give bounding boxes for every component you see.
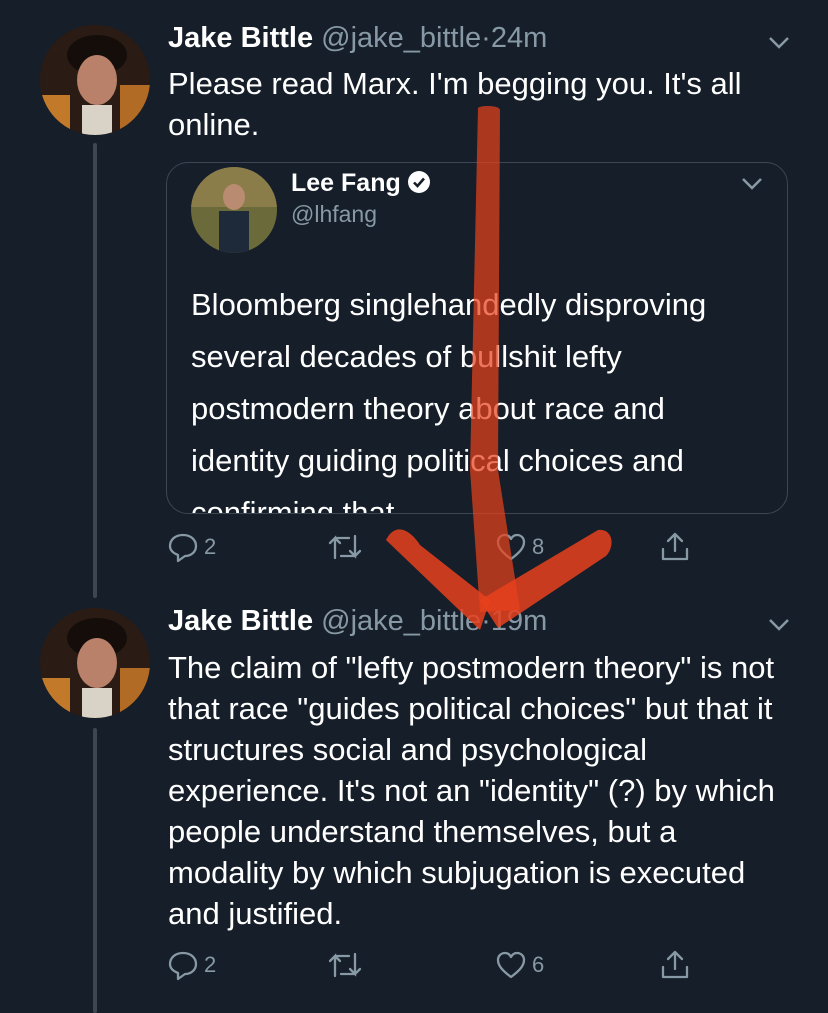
tweet-actions: 2 6 <box>166 948 706 988</box>
like-count: 6 <box>532 952 545 977</box>
like-count: 8 <box>532 534 545 559</box>
like-button[interactable]: 8 <box>494 530 544 564</box>
reply-icon <box>168 951 198 981</box>
separator-dot: · <box>481 22 491 54</box>
reply-button[interactable]: 2 <box>166 948 216 982</box>
tweet-actions: 2 8 <box>166 530 706 570</box>
quoted-avatar[interactable] <box>191 167 277 253</box>
heart-icon <box>496 533 526 561</box>
timestamp[interactable]: 24m <box>491 22 547 54</box>
quoted-author-handle[interactable]: @lhfang <box>291 201 377 228</box>
chevron-down-icon[interactable] <box>766 30 792 56</box>
tweet-header: Jake Bittle @jake_bittle·24m <box>168 22 547 55</box>
quoted-tweet-card[interactable]: Lee Fang @lhfang Bloomberg singlehandedl… <box>166 162 788 514</box>
tweet-text: Please read Marx. I'm begging you. It's … <box>168 66 742 142</box>
reply-icon <box>168 533 198 563</box>
thread-connector-line <box>93 728 97 1013</box>
reply-button[interactable]: 2 <box>166 530 216 564</box>
separator-dot: · <box>481 605 491 637</box>
author-name[interactable]: Jake Bittle <box>168 22 313 54</box>
retweet-icon <box>328 534 362 560</box>
quoted-author-name[interactable]: Lee Fang <box>291 169 431 198</box>
reply-count: 2 <box>204 534 217 559</box>
retweet-button[interactable] <box>326 948 368 982</box>
heart-icon <box>496 951 526 979</box>
author-handle[interactable]: @jake_bittle <box>321 605 481 637</box>
avatar[interactable] <box>40 25 150 135</box>
share-icon <box>661 950 689 979</box>
share-button[interactable] <box>658 530 692 564</box>
reply-count: 2 <box>204 952 217 977</box>
verified-badge-icon <box>407 171 430 193</box>
quoted-tweet-text: Bloomberg singlehandedly disproving seve… <box>191 287 707 514</box>
tweet-header: Jake Bittle @jake_bittle·19m <box>168 605 547 638</box>
author-handle[interactable]: @jake_bittle <box>321 22 481 54</box>
like-button[interactable]: 6 <box>494 948 544 982</box>
chevron-down-icon[interactable] <box>766 612 792 638</box>
share-button[interactable] <box>658 948 692 982</box>
tweet-text: The claim of "lefty postmodern theory" i… <box>168 650 775 931</box>
chevron-down-icon[interactable] <box>739 171 765 197</box>
avatar[interactable] <box>40 608 150 718</box>
timestamp[interactable]: 19m <box>491 605 547 637</box>
retweet-icon <box>328 952 362 978</box>
thread-connector-line <box>93 143 97 598</box>
retweet-button[interactable] <box>326 530 368 564</box>
quoted-author-name-label: Lee Fang <box>291 169 401 197</box>
share-icon <box>661 532 689 561</box>
author-name[interactable]: Jake Bittle <box>168 605 313 637</box>
